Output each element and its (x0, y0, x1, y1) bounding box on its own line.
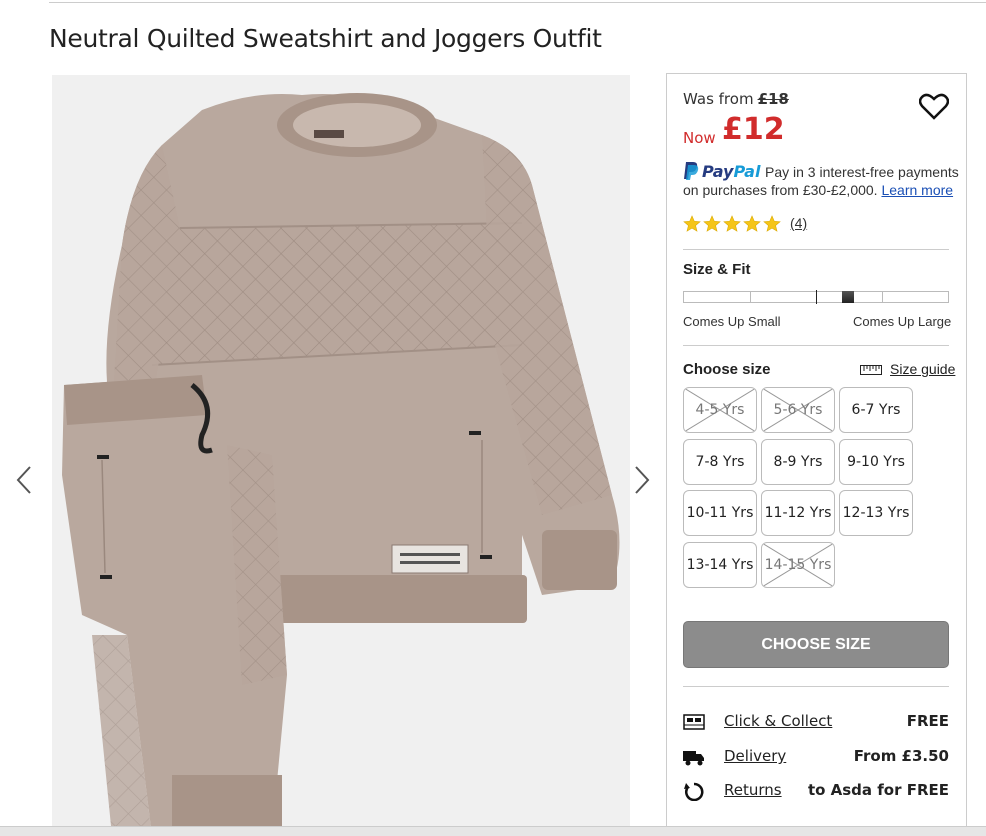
divider (683, 686, 949, 687)
previous-image-arrow-icon[interactable] (14, 463, 34, 497)
truck-icon (683, 751, 704, 766)
click-and-collect-link[interactable]: Click & Collect (724, 712, 832, 730)
size-option-button: 4-5 Yrs (683, 387, 757, 433)
page-title: Neutral Quilted Sweatshirt and Joggers O… (49, 24, 602, 53)
paypal-wordmark: PayPal (702, 162, 760, 181)
returns-row: Returns to Asda for FREE (683, 779, 949, 803)
return-icon (684, 782, 704, 801)
star-icon (723, 215, 741, 232)
choose-size-button[interactable]: CHOOSE SIZE (683, 621, 949, 668)
next-image-arrow-icon[interactable] (632, 463, 652, 497)
size-option-button[interactable]: 12-13 Yrs (839, 490, 913, 536)
size-option-button[interactable]: 13-14 Yrs (683, 541, 757, 588)
paypal-word-pay: Pay (702, 161, 734, 181)
was-value: £18 (757, 90, 789, 108)
rating-stars (683, 215, 781, 233)
click-and-collect-value: FREE (906, 712, 949, 730)
now-label: Now (683, 129, 716, 147)
paypal-info-line2: on purchases from £30-£2,000. Learn more (683, 182, 953, 198)
size-fit-heading: Size & Fit (683, 261, 751, 278)
click-and-collect-row: Click & Collect FREE (683, 710, 949, 734)
paypal-mark-icon (684, 162, 699, 180)
size-option-label: 6-7 Yrs (851, 402, 901, 418)
delivery-value: From £3.50 (853, 747, 949, 765)
fit-max-label: Comes Up Large (853, 314, 952, 329)
fit-scale-tick (750, 292, 751, 302)
paypal-logo: PayPal (683, 160, 760, 182)
wishlist-heart-icon[interactable] (918, 92, 950, 120)
size-option-button[interactable]: 11-12 Yrs (761, 490, 835, 536)
returns-value: to Asda for FREE (807, 781, 949, 799)
returns-link[interactable]: Returns (724, 781, 782, 799)
fit-scale-tick (882, 292, 883, 302)
review-count-link[interactable]: (4) (790, 215, 807, 231)
now-price: £12 (722, 112, 785, 147)
ruler-icon (860, 365, 882, 375)
star-icon (763, 215, 781, 232)
paypal-word-pal: Pal (733, 161, 761, 181)
size-option-button: 14-15 Yrs (761, 541, 835, 588)
was-price: Was from £18 (683, 90, 789, 108)
outfit-illustration (52, 75, 630, 836)
size-option-button[interactable]: 8-9 Yrs (761, 438, 835, 485)
size-option-label: 8-9 Yrs (773, 453, 823, 470)
delivery-row: Delivery From £3.50 (683, 745, 949, 769)
size-option-label: 13-14 Yrs (686, 556, 754, 573)
size-option-button[interactable]: 9-10 Yrs (839, 438, 913, 485)
was-label: Was from (683, 90, 754, 108)
product-image[interactable] (52, 75, 630, 836)
paypal-info-line1: Pay in 3 interest-free payments (765, 164, 959, 180)
size-option-label: 9-10 Yrs (847, 453, 905, 470)
fit-min-label: Comes Up Small (683, 314, 781, 329)
size-guide-link[interactable]: Size guide (860, 361, 955, 377)
paypal-range: on purchases from £30-£2,000. (683, 182, 878, 198)
size-option-button[interactable]: 7-8 Yrs (683, 438, 757, 485)
size-option-label: 12-13 Yrs (842, 505, 910, 521)
star-icon (743, 215, 761, 232)
size-option-label: 7-8 Yrs (695, 453, 745, 470)
size-option-label: 4-5 Yrs (695, 402, 745, 418)
size-option-label: 14-15 Yrs (764, 556, 832, 573)
star-icon (683, 215, 701, 232)
size-option-button[interactable]: 10-11 Yrs (683, 490, 757, 536)
choose-size-heading: Choose size (683, 361, 771, 378)
delivery-link[interactable]: Delivery (724, 747, 786, 765)
size-option-button: 5-6 Yrs (761, 387, 835, 433)
size-option-label: 5-6 Yrs (773, 402, 823, 418)
top-divider (49, 2, 986, 3)
horizontal-scrollbar[interactable] (0, 826, 986, 836)
size-option-button[interactable]: 6-7 Yrs (839, 387, 913, 433)
divider (683, 249, 949, 250)
fit-scale-marker (842, 291, 854, 303)
store-icon (683, 714, 705, 730)
star-icon (703, 215, 721, 232)
size-guide-label: Size guide (890, 361, 956, 377)
size-option-label: 11-12 Yrs (764, 505, 832, 521)
divider (683, 345, 949, 346)
paypal-learn-more-link[interactable]: Learn more (881, 182, 953, 198)
fit-scale-center-line (816, 290, 817, 304)
fit-scale (683, 290, 949, 304)
size-option-label: 10-11 Yrs (686, 505, 754, 521)
